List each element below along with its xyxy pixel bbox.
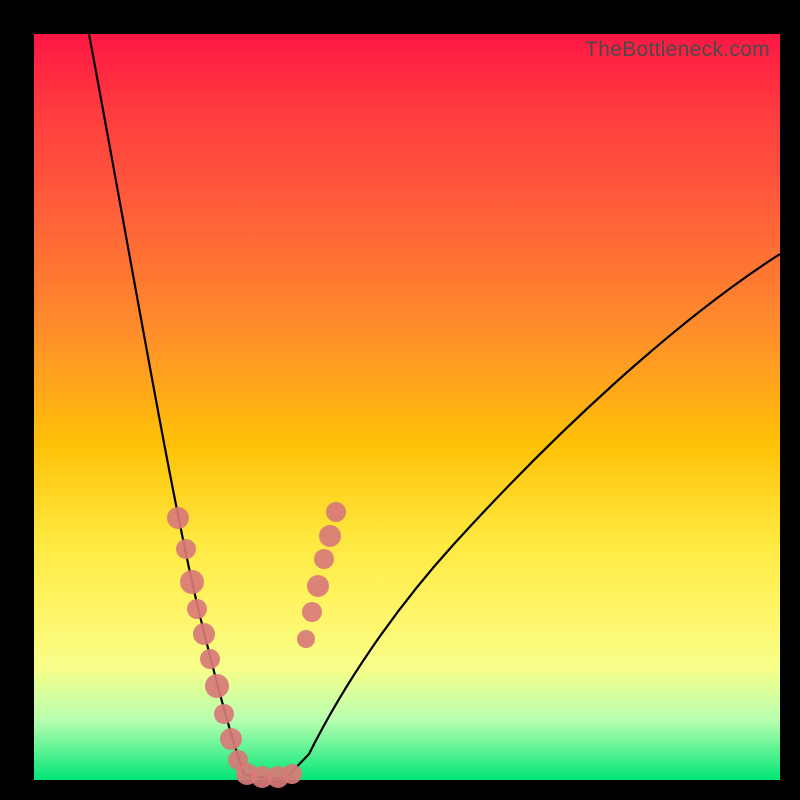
- data-dot: [214, 704, 234, 724]
- left-curve: [89, 34, 264, 778]
- chart-svg: [34, 34, 780, 780]
- data-dot: [176, 539, 196, 559]
- data-dot: [282, 764, 302, 784]
- right-curve: [286, 254, 780, 778]
- data-dot: [193, 623, 215, 645]
- right-dots-group: [297, 502, 346, 648]
- chart-frame: TheBottleneck.com: [0, 0, 800, 800]
- data-dot: [220, 728, 242, 750]
- data-dot: [180, 570, 204, 594]
- plot-area: TheBottleneck.com: [34, 34, 780, 780]
- data-dot: [307, 575, 329, 597]
- data-dot: [314, 549, 334, 569]
- data-dot: [326, 502, 346, 522]
- data-dot: [297, 630, 315, 648]
- bottom-dots-group: [236, 763, 302, 788]
- data-dot: [167, 507, 189, 529]
- left-dots-group: [167, 507, 248, 770]
- data-dot: [187, 599, 207, 619]
- data-dot: [200, 649, 220, 669]
- data-dot: [205, 674, 229, 698]
- data-dot: [302, 602, 322, 622]
- data-dot: [319, 525, 341, 547]
